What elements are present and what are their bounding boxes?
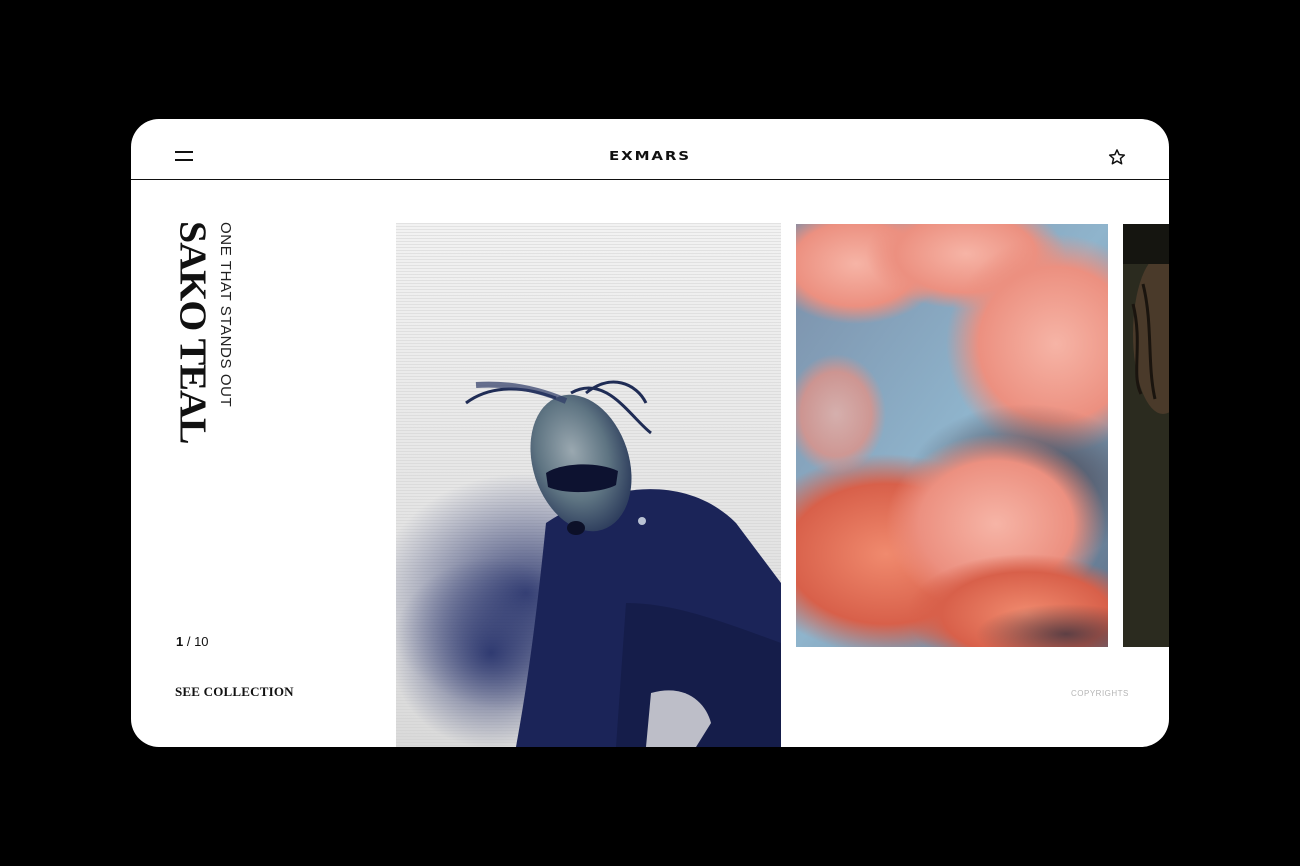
clouds-photo-art — [796, 224, 1108, 647]
slide-pagination: 1 / 10 — [176, 634, 209, 649]
see-collection-link[interactable]: SEE COLLECTION — [175, 684, 294, 700]
portrait-photo[interactable] — [396, 223, 781, 747]
partial-photo-art — [1123, 224, 1169, 647]
pagination-separator: / — [183, 634, 195, 649]
copyrights-text: COPYRIGHTS — [1071, 689, 1129, 698]
brand-logo[interactable]: EXMARS — [131, 149, 1169, 163]
clouds-photo[interactable] — [796, 224, 1108, 647]
partial-photo[interactable] — [1123, 224, 1169, 647]
pagination-total: 10 — [194, 634, 209, 649]
hero-subtitle: ONE THAT STANDS OUT — [217, 222, 234, 408]
hero-title: SAKO TEAL — [172, 221, 215, 444]
top-navigation-bar: EXMARS — [131, 119, 1169, 180]
portrait-photo-art — [396, 223, 781, 747]
app-card: EXMARS SAKO TEAL ONE THAT STANDS OUT 1 /… — [131, 119, 1169, 747]
star-icon-svg — [1108, 149, 1126, 165]
star-icon[interactable] — [1108, 148, 1126, 166]
